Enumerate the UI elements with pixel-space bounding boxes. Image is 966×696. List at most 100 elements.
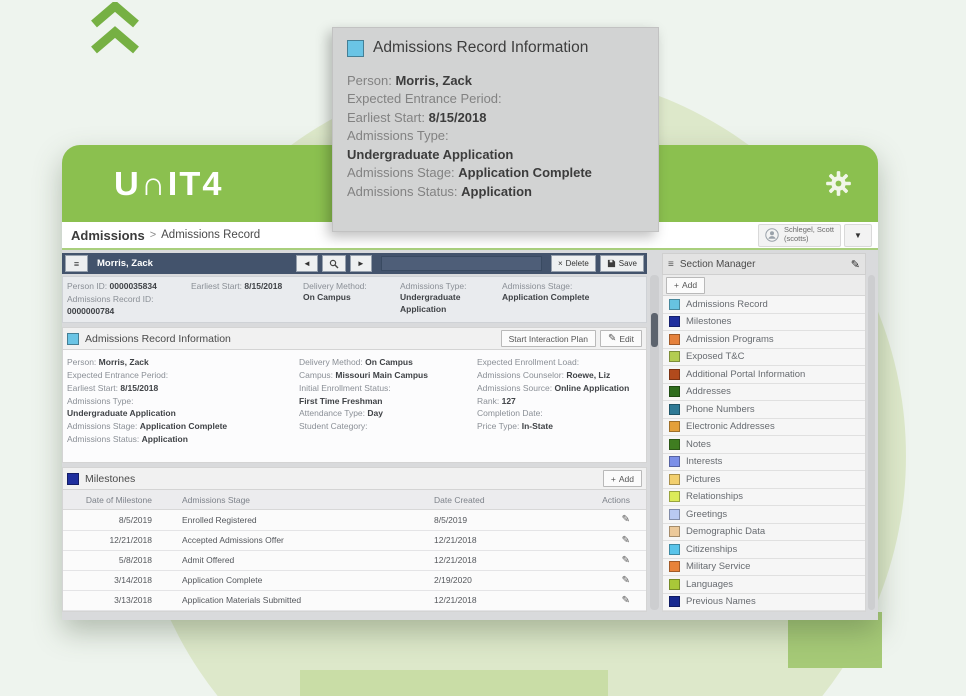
section-list-item[interactable]: Interests — [663, 454, 865, 472]
summary-fields: Earliest Start: 8/15/2018 Delivery Metho… — [191, 281, 642, 319]
section-label: Greetings — [686, 509, 727, 520]
section-label: Languages — [686, 579, 733, 590]
section-list-item[interactable]: Exposed T&C — [663, 349, 865, 367]
record-toolbar: ≡ Morris, Zack ◄ — [62, 253, 647, 274]
milestone-row: 5/8/2018 Admit Offered 12/21/2018 ✎ — [63, 551, 646, 571]
section-list-item[interactable]: Admission Programs — [663, 331, 865, 349]
customize-pen-icon[interactable]: ✎ — [851, 258, 860, 271]
breadcrumb-current: Admissions Record — [161, 229, 260, 241]
section-color-icon — [669, 316, 680, 327]
delete-x-icon: × — [558, 259, 563, 268]
plus-icon: + — [674, 280, 679, 290]
milestone-date-created: 12/21/2018 — [434, 595, 584, 605]
section-manager-title: Section Manager — [680, 259, 756, 270]
record-field: Attendance Type: Day — [299, 407, 477, 420]
milestones-panel-header: Milestones + Add — [62, 467, 647, 490]
edit-pencil-icon[interactable]: ✎ — [622, 575, 630, 586]
edit-pencil-icon[interactable]: ✎ — [622, 535, 630, 546]
milestones-table-header: Date of Milestone Admissions Stage Date … — [63, 490, 646, 510]
section-label: Pictures — [686, 474, 720, 485]
section-list-item[interactable]: Admissions Record — [663, 296, 865, 314]
section-list-item[interactable]: Additional Portal Information — [663, 366, 865, 384]
search-button[interactable] — [322, 255, 346, 272]
section-list-item[interactable]: Phone Numbers — [663, 401, 865, 419]
section-list-item[interactable]: Addresses — [663, 384, 865, 402]
section-list-item[interactable]: Citizenships — [663, 541, 865, 559]
section-list-item[interactable]: Electronic Addresses — [663, 419, 865, 437]
add-section-button[interactable]: + Add — [666, 277, 705, 294]
gear-icon[interactable] — [825, 170, 852, 197]
section-list-item[interactable]: Milestones — [663, 314, 865, 332]
summary-ids: Person ID: 0000035834 Admissions Record … — [67, 281, 191, 319]
main-scrollbar-thumb[interactable] — [651, 313, 658, 347]
save-button[interactable]: Save — [600, 255, 644, 272]
user-menu-button[interactable]: ▼ — [844, 224, 872, 247]
arrow-left-icon: ◄ — [303, 259, 311, 268]
section-label: Additional Portal Information — [686, 369, 805, 380]
section-manager-addrow: + Add — [662, 275, 866, 296]
section-label: Exposed T&C — [686, 351, 744, 362]
milestone-stage: Admit Offered — [168, 555, 434, 565]
menu-button[interactable]: ≡ — [65, 255, 88, 272]
section-color-icon — [669, 526, 680, 537]
column-header: Date Created — [434, 495, 584, 505]
column-header: Actions — [584, 495, 646, 505]
section-label: Phone Numbers — [686, 404, 755, 415]
popup-field: Earliest Start: 8/15/2018 — [347, 109, 644, 127]
milestone-stage: Enrolled Registered — [168, 515, 434, 525]
record-title: Morris, Zack — [97, 258, 153, 269]
section-list-item[interactable]: Relationships — [663, 489, 865, 507]
record-field: Price Type: In-State — [477, 420, 642, 433]
section-color-icon — [669, 474, 680, 485]
section-list-item[interactable]: Previous Names — [663, 594, 865, 612]
user-badge[interactable]: Schlegel, Scott (scotts) — [758, 224, 841, 247]
main-scrollbar[interactable] — [650, 275, 659, 610]
section-list-item[interactable]: Pictures — [663, 471, 865, 489]
next-record-button[interactable]: ► — [350, 255, 372, 272]
record-field: Admissions Status: Application — [67, 433, 299, 446]
section-color-icon — [669, 491, 680, 502]
record-field: Earliest Start: 8/15/2018 — [67, 382, 299, 395]
section-list-item[interactable]: Notes — [663, 436, 865, 454]
sidebar-scrollbar[interactable] — [868, 275, 875, 610]
section-list-item[interactable]: Demographic Data — [663, 524, 865, 542]
record-field: Admissions Source: Online Application — [477, 382, 642, 395]
milestone-row: 8/5/2019 Enrolled Registered 8/5/2019 ✎ — [63, 510, 646, 530]
previous-record-button[interactable]: ◄ — [296, 255, 318, 272]
admissions-record-icon — [67, 333, 79, 345]
add-milestone-button[interactable]: + Add — [603, 470, 642, 487]
admissions-record-icon — [347, 40, 364, 57]
milestone-stage: Application Materials Submitted — [168, 595, 434, 605]
section-label: Demographic Data — [686, 526, 765, 537]
edit-pencil-icon[interactable]: ✎ — [622, 555, 630, 566]
start-interaction-plan-button[interactable]: Start Interaction Plan — [501, 330, 596, 347]
milestones-title: Milestones — [85, 473, 135, 485]
edit-button[interactable]: ✎ Edit — [600, 330, 642, 347]
section-list-item[interactable]: Military Service — [663, 559, 865, 577]
record-column-3: Expected Enrollment Load: Admissions Cou… — [477, 356, 642, 456]
edit-pencil-icon[interactable]: ✎ — [622, 514, 630, 525]
edit-pencil-icon[interactable]: ✎ — [622, 595, 630, 606]
plus-icon: + — [611, 474, 616, 484]
admissions-record-popup: Admissions Record Information Person: Mo… — [332, 27, 659, 232]
section-list-item[interactable]: Greetings — [663, 506, 865, 524]
milestone-date-created: 8/5/2019 — [434, 515, 584, 525]
section-color-icon — [669, 351, 680, 362]
breadcrumb-root[interactable]: Admissions — [71, 228, 145, 243]
section-list-item[interactable]: Languages — [663, 576, 865, 594]
edit-pencil-icon: ✎ — [608, 333, 616, 344]
section-color-icon — [669, 404, 680, 415]
milestone-stage: Accepted Admissions Offer — [168, 535, 434, 545]
section-label: Admission Programs — [686, 334, 774, 345]
section-color-icon — [669, 421, 680, 432]
record-column-1: Person: Morris, Zack Expected Entrance P… — [67, 356, 299, 456]
section-color-icon — [669, 386, 680, 397]
popup-field: Admissions Stage: Application Complete — [347, 164, 644, 182]
record-field: Campus: Missouri Main Campus — [299, 369, 477, 382]
popup-title-row: Admissions Record Information — [347, 39, 644, 57]
record-field: Admissions Stage: Application Complete — [67, 420, 299, 433]
hamburger-icon: ≡ — [74, 259, 79, 269]
delete-button[interactable]: × Delete — [551, 255, 596, 272]
record-field: Expected Enrollment Load: — [477, 356, 642, 369]
record-field: Admissions Counselor: Roewe, Liz — [477, 369, 642, 382]
